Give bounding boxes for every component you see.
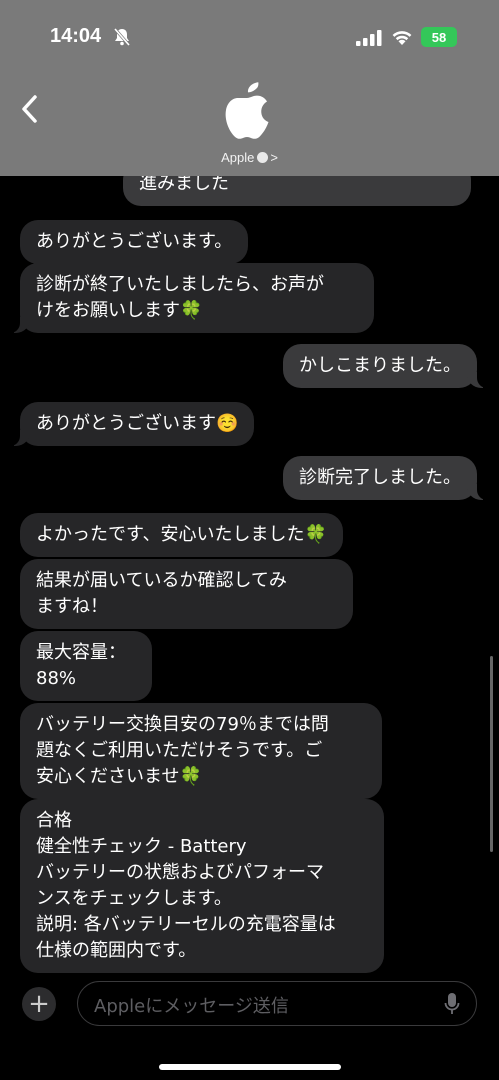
message-text: 診断完了しました。	[299, 467, 461, 488]
apple-logo-icon[interactable]	[221, 82, 273, 140]
message-bubble-outgoing[interactable]: かしこまりました。	[283, 344, 489, 388]
message-bubble-incoming[interactable]: 最大容量： 88%	[20, 631, 152, 701]
message-bubble-outgoing[interactable]: 診断完了しました。	[283, 456, 489, 500]
contact-name-label: Apple	[221, 150, 255, 165]
battery-icon: 58	[421, 27, 457, 47]
message-text: ありがとうございます☺️	[36, 413, 239, 434]
message-bubble-incoming[interactable]: 結果が届いているか確認してみ ますね！	[20, 559, 353, 629]
message-bubble-outgoing[interactable]: 進みました	[123, 176, 471, 206]
status-bar: 14:04 58	[0, 0, 499, 72]
signal-icon	[356, 30, 382, 46]
message-text: 進みました	[139, 176, 229, 194]
message-bubble-incoming[interactable]: よかったです、安心いたしました🍀	[20, 513, 343, 557]
message-input-placeholder: Appleにメッセージ送信	[94, 996, 289, 1017]
message-text: 合格 健全性チェック - Battery バッテリーの状態およびパフォーマ ンス…	[36, 810, 336, 961]
message-bubble-incoming[interactable]: 診断が終了いたしましたら、お声が けをお願いします🍀	[8, 263, 374, 333]
message-bubble-incoming[interactable]: 合格 健全性チェック - Battery バッテリーの状態およびパフォーマ ンス…	[20, 799, 384, 973]
chevron-right-icon: >	[270, 150, 278, 165]
back-chevron-icon[interactable]	[18, 93, 42, 125]
message-text: バッテリー交換目安の79％までは問 題なくご利用いただけそうです。ご 安心くださ…	[36, 714, 329, 787]
message-text: ありがとうございます。	[36, 231, 233, 252]
message-bubble-incoming[interactable]: バッテリー交換目安の79％までは問 題なくご利用いただけそうです。ご 安心くださ…	[20, 703, 382, 799]
message-list: 進みました ありがとうございます。 診断が終了いたしましたら、お声が けをお願い…	[0, 176, 499, 976]
message-text: 結果が届いているか確認してみ ますね！	[36, 570, 287, 617]
conversation-header: 14:04 58 Apple >	[0, 0, 499, 176]
message-text: かしこまりました。	[299, 355, 461, 376]
status-time: 14:04	[50, 25, 102, 47]
bell-off-icon	[113, 28, 131, 46]
scrollbar[interactable]	[490, 656, 493, 852]
wifi-icon	[392, 31, 412, 45]
verified-icon	[257, 152, 269, 163]
message-bubble-incoming[interactable]: ありがとうございます☺️	[7, 402, 255, 446]
message-text: 最大容量： 88%	[36, 642, 126, 689]
contact-name[interactable]: Apple >	[0, 150, 499, 165]
message-text: よかったです、安心いたしました🍀	[36, 524, 327, 545]
home-indicator[interactable]	[159, 1064, 341, 1070]
plus-button[interactable]: +	[22, 987, 56, 1021]
plus-icon: +	[28, 989, 50, 1019]
mic-icon[interactable]	[444, 992, 460, 1016]
message-input[interactable]: Appleにメッセージ送信	[77, 981, 477, 1026]
message-text: 診断が終了いたしましたら、お声が けをお願いします🍀	[36, 274, 324, 321]
message-bubble-incoming[interactable]: ありがとうございます。	[20, 220, 249, 264]
